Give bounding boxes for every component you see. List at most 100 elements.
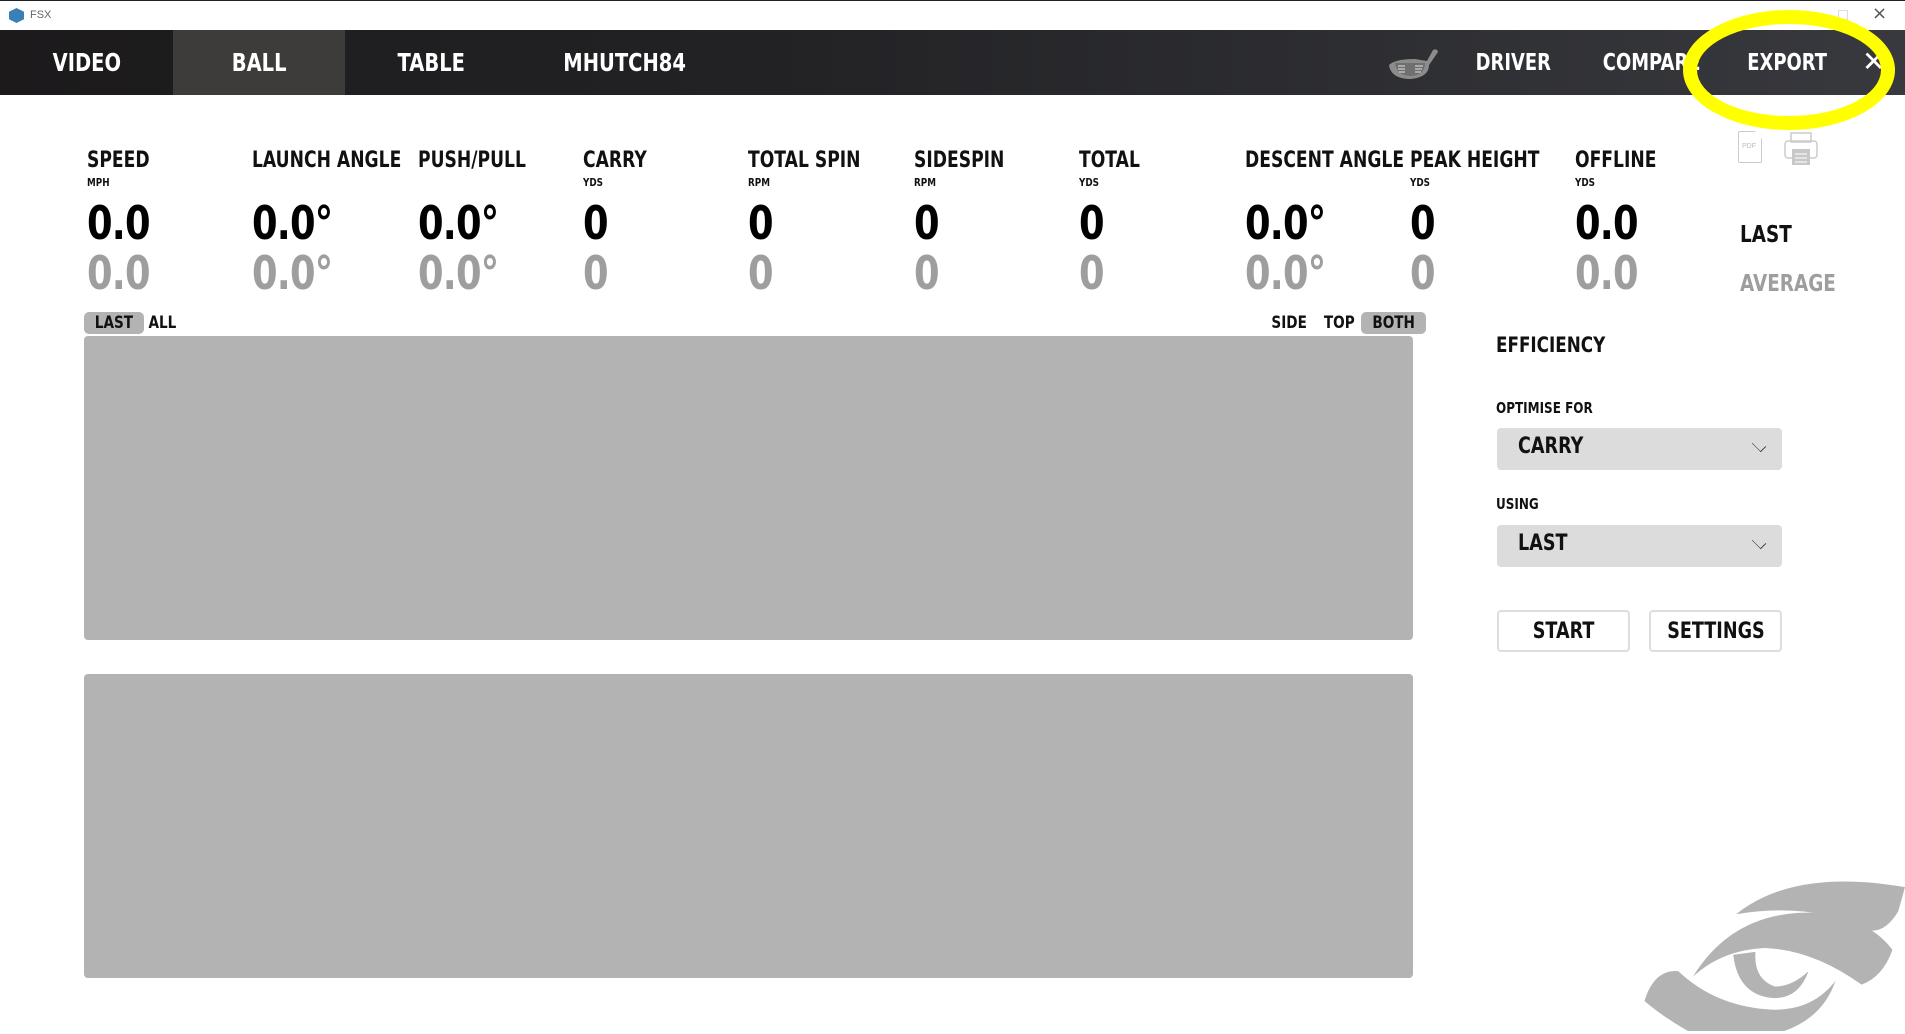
stat-unit xyxy=(1245,176,1377,198)
row-label-last: LAST xyxy=(1740,222,1792,248)
tab-ball[interactable]: BALL xyxy=(173,30,345,95)
view-side[interactable]: SIDE xyxy=(1261,312,1317,334)
stat-sidespin: SIDESPIN RPM 0 0 xyxy=(914,148,1079,298)
compare-button[interactable]: COMPARE xyxy=(1589,30,1714,95)
stat-last: 0.0 xyxy=(87,196,151,250)
stat-avg: 0.0° xyxy=(418,246,499,300)
using-label: USING xyxy=(1496,495,1539,513)
stat-speed: SPEED MPH 0.0 0.0 xyxy=(87,148,252,298)
toggle-all[interactable]: ALL xyxy=(139,312,186,334)
window-close-button[interactable]: × xyxy=(1872,3,1887,24)
chevron-down-icon xyxy=(1751,437,1767,453)
foresight-eye-logo xyxy=(1644,881,1905,1031)
stat-unit: YDS xyxy=(1079,176,1100,189)
stat-push-pull: PUSH/PULL 0.0° 0.0° xyxy=(418,148,583,298)
stat-label: SIDESPIN xyxy=(914,148,1005,173)
stat-last: 0.0 xyxy=(1575,196,1639,250)
optimise-for-select[interactable]: CARRY xyxy=(1497,428,1782,470)
tab-label: TABLE xyxy=(397,48,465,77)
stat-carry: CARRY YDS 0 0 xyxy=(583,148,748,298)
stat-total-spin: TOTAL SPIN RPM 0 0 xyxy=(748,148,913,298)
using-select[interactable]: LAST xyxy=(1497,525,1782,567)
stat-total: TOTAL YDS 0 0 xyxy=(1079,148,1244,298)
close-icon[interactable]: ✕ xyxy=(1862,45,1885,78)
tab-table[interactable]: TABLE xyxy=(345,30,517,95)
stat-avg: 0.0° xyxy=(252,246,333,300)
toggle-label: TOP xyxy=(1323,313,1355,333)
driver-club-icon[interactable] xyxy=(1385,47,1445,83)
stat-descent-angle: DESCENT ANGLE 0.0° 0.0° xyxy=(1245,148,1410,298)
stat-label: CARRY xyxy=(583,148,647,173)
stat-launch-angle: LAUNCH ANGLE 0.0° 0.0° xyxy=(252,148,417,298)
club-label: DRIVER xyxy=(1475,49,1551,76)
stat-last: 0.0° xyxy=(1245,196,1326,250)
stat-label: TOTAL xyxy=(1079,148,1140,173)
using-value: LAST xyxy=(1518,531,1568,556)
tab-user-profile[interactable]: MHUTCH84 xyxy=(540,30,710,95)
stat-unit: RPM xyxy=(914,176,936,189)
optimise-for-value: CARRY xyxy=(1518,434,1584,459)
stat-last: 0 xyxy=(914,196,940,250)
stat-label: OFFLINE xyxy=(1575,148,1657,173)
export-button[interactable]: EXPORT xyxy=(1736,30,1838,95)
stat-label: DESCENT ANGLE xyxy=(1245,148,1405,173)
start-button[interactable]: START xyxy=(1497,610,1630,652)
stat-avg: 0 xyxy=(914,246,940,300)
maximize-button[interactable] xyxy=(1838,10,1848,20)
stat-avg: 0.0° xyxy=(1245,246,1326,300)
optimise-for-label: OPTIMISE FOR xyxy=(1496,399,1593,417)
settings-button[interactable]: SETTINGS xyxy=(1649,610,1782,652)
efficiency-title: EFFICIENCY xyxy=(1496,333,1606,357)
export-label: EXPORT xyxy=(1747,49,1827,76)
trajectory-top-view-panel xyxy=(84,674,1413,978)
top-nav-bar: VIDEO BALL TABLE MHUTCH84 DRIVER COMPARE… xyxy=(0,30,1905,95)
tab-label: MHUTCH84 xyxy=(563,48,687,77)
start-label: START xyxy=(1532,618,1595,644)
compare-label: COMPARE xyxy=(1602,49,1701,76)
view-both[interactable]: BOTH xyxy=(1361,312,1427,334)
stat-last: 0 xyxy=(1079,196,1105,250)
stat-last: 0 xyxy=(748,196,774,250)
stat-label: LAUNCH ANGLE xyxy=(252,148,402,173)
stat-label: TOTAL SPIN xyxy=(748,148,861,173)
tab-label: VIDEO xyxy=(52,48,121,77)
tab-video[interactable]: VIDEO xyxy=(0,30,173,95)
stat-avg: 0 xyxy=(748,246,774,300)
toggle-label: SIDE xyxy=(1271,313,1307,333)
stat-unit: MPH xyxy=(87,176,110,189)
pdf-icon-label: PDF xyxy=(1742,143,1756,150)
trajectory-side-view-panel xyxy=(84,336,1413,640)
stat-avg: 0 xyxy=(583,246,609,300)
stat-last: 0 xyxy=(583,196,609,250)
stat-last: 0 xyxy=(1410,196,1436,250)
toggle-label: ALL xyxy=(148,313,177,333)
row-label-average: AVERAGE xyxy=(1740,271,1836,297)
stat-avg: 0 xyxy=(1410,246,1436,300)
stat-avg: 0 xyxy=(1079,246,1105,300)
stat-offline: OFFLINE YDS 0.0 0.0 xyxy=(1575,148,1740,298)
settings-label: SETTINGS xyxy=(1666,618,1765,644)
stat-unit: YDS xyxy=(583,176,604,189)
stat-last: 0.0° xyxy=(252,196,333,250)
stat-unit: YDS xyxy=(1575,176,1596,189)
club-selector-button[interactable]: DRIVER xyxy=(1465,30,1562,95)
toggle-label: LAST xyxy=(94,313,134,333)
window-title-bar: FSX × xyxy=(0,0,1905,30)
view-top[interactable]: TOP xyxy=(1314,312,1365,334)
stat-unit xyxy=(252,176,384,198)
print-icon[interactable] xyxy=(1783,131,1819,167)
tab-label: BALL xyxy=(231,48,287,77)
pdf-export-icon[interactable]: PDF xyxy=(1738,131,1762,163)
stat-unit: RPM xyxy=(748,176,770,189)
toggle-label: BOTH xyxy=(1372,313,1415,333)
chevron-down-icon xyxy=(1751,534,1767,550)
stat-label: SPEED xyxy=(87,148,150,173)
window-title: FSX xyxy=(30,9,52,21)
stat-label: PUSH/PULL xyxy=(418,148,526,173)
toggle-last[interactable]: LAST xyxy=(84,312,144,334)
stat-label: PEAK HEIGHT xyxy=(1410,148,1540,173)
app-logo-icon xyxy=(9,8,24,23)
stat-last: 0.0° xyxy=(418,196,499,250)
stat-avg: 0.0 xyxy=(87,246,151,300)
stat-peak-height: PEAK HEIGHT YDS 0 0 xyxy=(1410,148,1575,298)
